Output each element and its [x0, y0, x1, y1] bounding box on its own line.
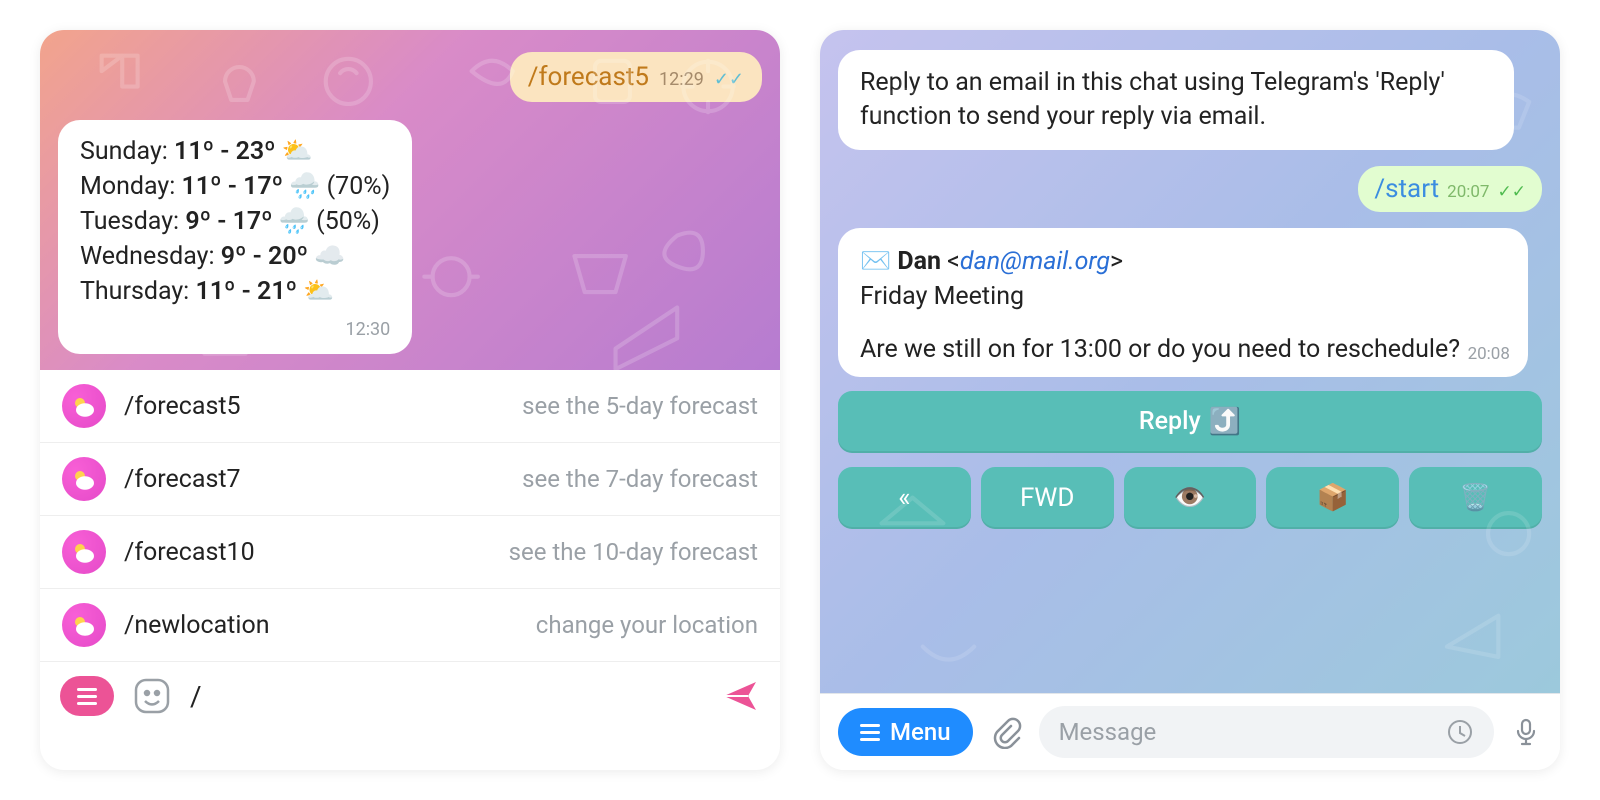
command-description: see the 10-day forecast [509, 538, 758, 566]
forecast-temp: 9º - 17º [185, 207, 272, 236]
message-input[interactable]: Message [1039, 706, 1494, 758]
command-description: see the 7-day forecast [522, 465, 758, 493]
voice-button[interactable] [1510, 716, 1542, 748]
command-suggestion[interactable]: /newlocation change your location [40, 588, 780, 661]
command-name: /newlocation [124, 611, 270, 640]
sticker-button[interactable] [132, 676, 172, 716]
action-button-label: 🗑️ [1459, 483, 1491, 513]
bot-avatar-icon [62, 457, 106, 501]
menu-button[interactable]: Menu [838, 708, 973, 756]
outgoing-message-time: 12:29 [659, 69, 704, 90]
envelope-icon: ✉️ [860, 247, 891, 276]
chat-area: /forecast5 12:29 ✓✓ Sunday: 11º - 23º ⛅M… [40, 30, 780, 370]
forecast-day: Tuesday: [80, 207, 185, 236]
info-message[interactable]: Reply to an email in this chat using Tel… [838, 50, 1514, 150]
email-from-name: Dan [897, 247, 941, 276]
reply-button[interactable]: Reply ⤴️ [838, 391, 1542, 453]
action-button-label: 👁️ [1174, 483, 1206, 513]
weather-icon: 🌧️ [279, 207, 310, 236]
command-suggestion[interactable]: /forecast5 see the 5-day forecast [40, 370, 780, 442]
forecast-temp: 11º - 23º [174, 137, 276, 166]
action-button-label: FWD [1020, 483, 1075, 513]
menu-icon [860, 724, 880, 741]
commands-menu-button[interactable] [60, 676, 114, 716]
email-message[interactable]: ✉️ Dan <dan@mail.org> Friday Meeting Are… [838, 228, 1528, 377]
outgoing-message[interactable]: /forecast5 12:29 ✓✓ [510, 52, 762, 102]
chat-area: Reply to an email in this chat using Tel… [820, 30, 1560, 693]
command-suggestion[interactable]: /forecast7 see the 7-day forecast [40, 442, 780, 515]
forward-button[interactable]: FWD [981, 467, 1114, 529]
read-checks-icon: ✓✓ [1498, 182, 1527, 202]
command-description: see the 5-day forecast [522, 392, 758, 420]
scheduled-icon[interactable] [1446, 718, 1474, 746]
input-bar: / [40, 661, 780, 730]
menu-icon [77, 688, 97, 705]
action-button-label: « [898, 483, 910, 513]
forecast-temp: 11º - 17º [182, 172, 284, 201]
weather-icon: ⛅ [303, 277, 334, 306]
outgoing-message-text: /forecast5 [528, 62, 649, 92]
weather-icon: 🌧️ [289, 172, 320, 201]
email-body: Are we still on for 13:00 or do you need… [860, 332, 1506, 367]
reply-button-label: Reply [1139, 407, 1201, 436]
action-button-label: 📦 [1317, 483, 1349, 513]
info-message-text: Reply to an email in this chat using Tel… [860, 68, 1445, 131]
forecast-day: Wednesday: [80, 242, 221, 271]
forecast-row: Monday: 11º - 17º 🌧️ (70%) [80, 169, 390, 204]
command-name: /forecast10 [124, 538, 255, 567]
archive-button[interactable]: 📦 [1266, 467, 1399, 529]
email-subject: Friday Meeting [860, 279, 1506, 314]
weather-icon: ⛅ [282, 137, 313, 166]
outgoing-message[interactable]: /start 20:07 ✓✓ [1358, 166, 1542, 212]
email-message-time: 20:08 [1468, 343, 1510, 367]
email-from-address[interactable]: dan@mail.org [960, 247, 1110, 276]
forecast-message-time: 12:30 [345, 317, 390, 342]
message-input-placeholder: Message [1059, 718, 1157, 746]
read-checks-icon: ✓✓ [714, 69, 744, 90]
attach-button[interactable] [989, 715, 1023, 749]
trash-button[interactable]: 🗑️ [1409, 467, 1542, 529]
forecast-temp: 9º - 20º [221, 242, 308, 271]
command-suggestion[interactable]: /forecast10 see the 10-day forecast [40, 515, 780, 588]
bot-avatar-icon [62, 384, 106, 428]
email-bot-panel: Reply to an email in this chat using Tel… [820, 30, 1560, 770]
forecast-row: Wednesday: 9º - 20º ☁️ [80, 239, 390, 274]
forecast-precip: (70%) [327, 172, 391, 201]
menu-button-label: Menu [890, 718, 951, 746]
forecast-row: Tuesday: 9º - 17º 🌧️ (50%) [80, 204, 390, 239]
command-name: /forecast5 [124, 392, 241, 421]
forecast-day: Sunday: [80, 137, 174, 166]
outgoing-message-text: /start [1374, 174, 1439, 204]
forecast-day: Monday: [80, 172, 182, 201]
command-name: /forecast7 [124, 465, 241, 494]
reply-arrow-icon: ⤴️ [1209, 407, 1241, 437]
send-button[interactable] [720, 676, 760, 716]
weather-bot-panel: /forecast5 12:29 ✓✓ Sunday: 11º - 23º ⛅M… [40, 30, 780, 770]
forecast-day: Thursday: [80, 277, 195, 306]
input-bar: Menu Message [820, 693, 1560, 770]
outgoing-message-time: 20:07 [1447, 182, 1489, 202]
forecast-row: Thursday: 11º - 21º ⛅ [80, 274, 390, 309]
forecast-precip: (50%) [316, 207, 380, 236]
command-suggestions: /forecast5 see the 5-day forecast/forecas… [40, 370, 780, 661]
forecast-temp: 11º - 21º [195, 277, 297, 306]
back-button[interactable]: « [838, 467, 971, 529]
weather-icon: ☁️ [314, 242, 345, 271]
view-button[interactable]: 👁️ [1124, 467, 1257, 529]
bot-avatar-icon [62, 530, 106, 574]
forecast-row: Sunday: 11º - 23º ⛅ [80, 134, 390, 169]
bot-avatar-icon [62, 603, 106, 647]
message-input[interactable]: / [190, 680, 702, 713]
command-description: change your location [536, 611, 758, 639]
forecast-message[interactable]: Sunday: 11º - 23º ⛅Monday: 11º - 17º 🌧️ … [58, 120, 412, 354]
